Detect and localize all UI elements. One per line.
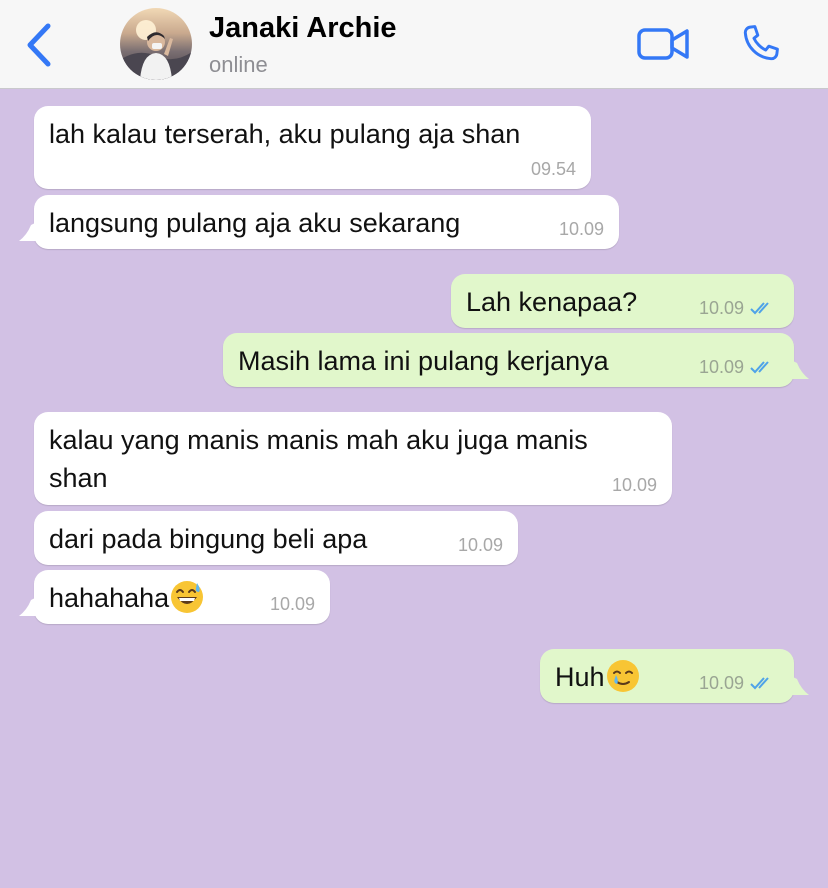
message-time: 10.09 [457, 535, 503, 555]
chat-header: Janaki Archie online [0, 0, 828, 89]
message-text: lah kalau terserah, aku pulang aja shan [49, 119, 521, 149]
bubble-tail [789, 359, 809, 379]
message-time: 10.09 [698, 298, 744, 318]
message-outgoing[interactable]: Lah kenapaa? 10.09 [451, 274, 794, 328]
message-text: hahahaha [49, 579, 204, 617]
message-time: 09.54 [530, 159, 576, 179]
contact-name[interactable]: Janaki Archie [209, 12, 397, 45]
video-camera-icon [637, 28, 689, 60]
message-time: 10.09 [698, 673, 744, 693]
avatar[interactable] [120, 8, 192, 80]
message-text: langsung pulang aja aku sekarang [49, 208, 461, 238]
read-receipt-icon [750, 677, 769, 690]
message-time: 10.09 [611, 475, 657, 495]
smiling-face-with-tear-emoji [606, 660, 639, 692]
grinning-face-with-sweat-emoji [171, 581, 204, 613]
bubble-tail [789, 675, 809, 695]
bubble-tail [19, 221, 39, 241]
contact-status: online [209, 52, 268, 77]
phone-icon [743, 25, 779, 61]
back-button[interactable] [18, 22, 58, 68]
message-text: Masih lama ini pulang kerjanya [238, 346, 609, 376]
message-time: 10.09 [698, 357, 744, 377]
chevron-left-icon [27, 23, 51, 67]
message-time: 10.09 [269, 594, 315, 614]
message-text-line-1: kalau yang manis manis mah aku juga mani… [49, 425, 588, 455]
message-outgoing[interactable]: Masih lama ini pulang kerjanya 10.09 [223, 333, 809, 387]
read-receipt-icon [750, 361, 769, 374]
bubble-tail [19, 596, 39, 616]
message-text: Huh [555, 658, 640, 696]
message-incoming[interactable]: hahahaha 10.09 [19, 570, 330, 624]
message-incoming[interactable]: langsung pulang aja aku sekarang 10.09 [19, 195, 619, 249]
message-text: Lah kenapaa? [466, 287, 638, 317]
message-outgoing[interactable]: Huh 10.09 [540, 649, 809, 703]
read-receipt-icon [750, 302, 769, 315]
message-incoming[interactable]: lah kalau terserah, aku pulang aja shan … [34, 106, 591, 189]
message-text-line-2: shan [49, 463, 108, 493]
voice-call-button[interactable] [738, 22, 782, 66]
message-incoming[interactable]: dari pada bingung beli apa 10.09 [34, 511, 518, 565]
video-call-button[interactable] [636, 24, 692, 64]
message-time: 10.09 [558, 219, 604, 239]
message-text: dari pada bingung beli apa [49, 524, 368, 554]
message-incoming[interactable]: kalau yang manis manis mah aku juga mani… [34, 412, 672, 505]
